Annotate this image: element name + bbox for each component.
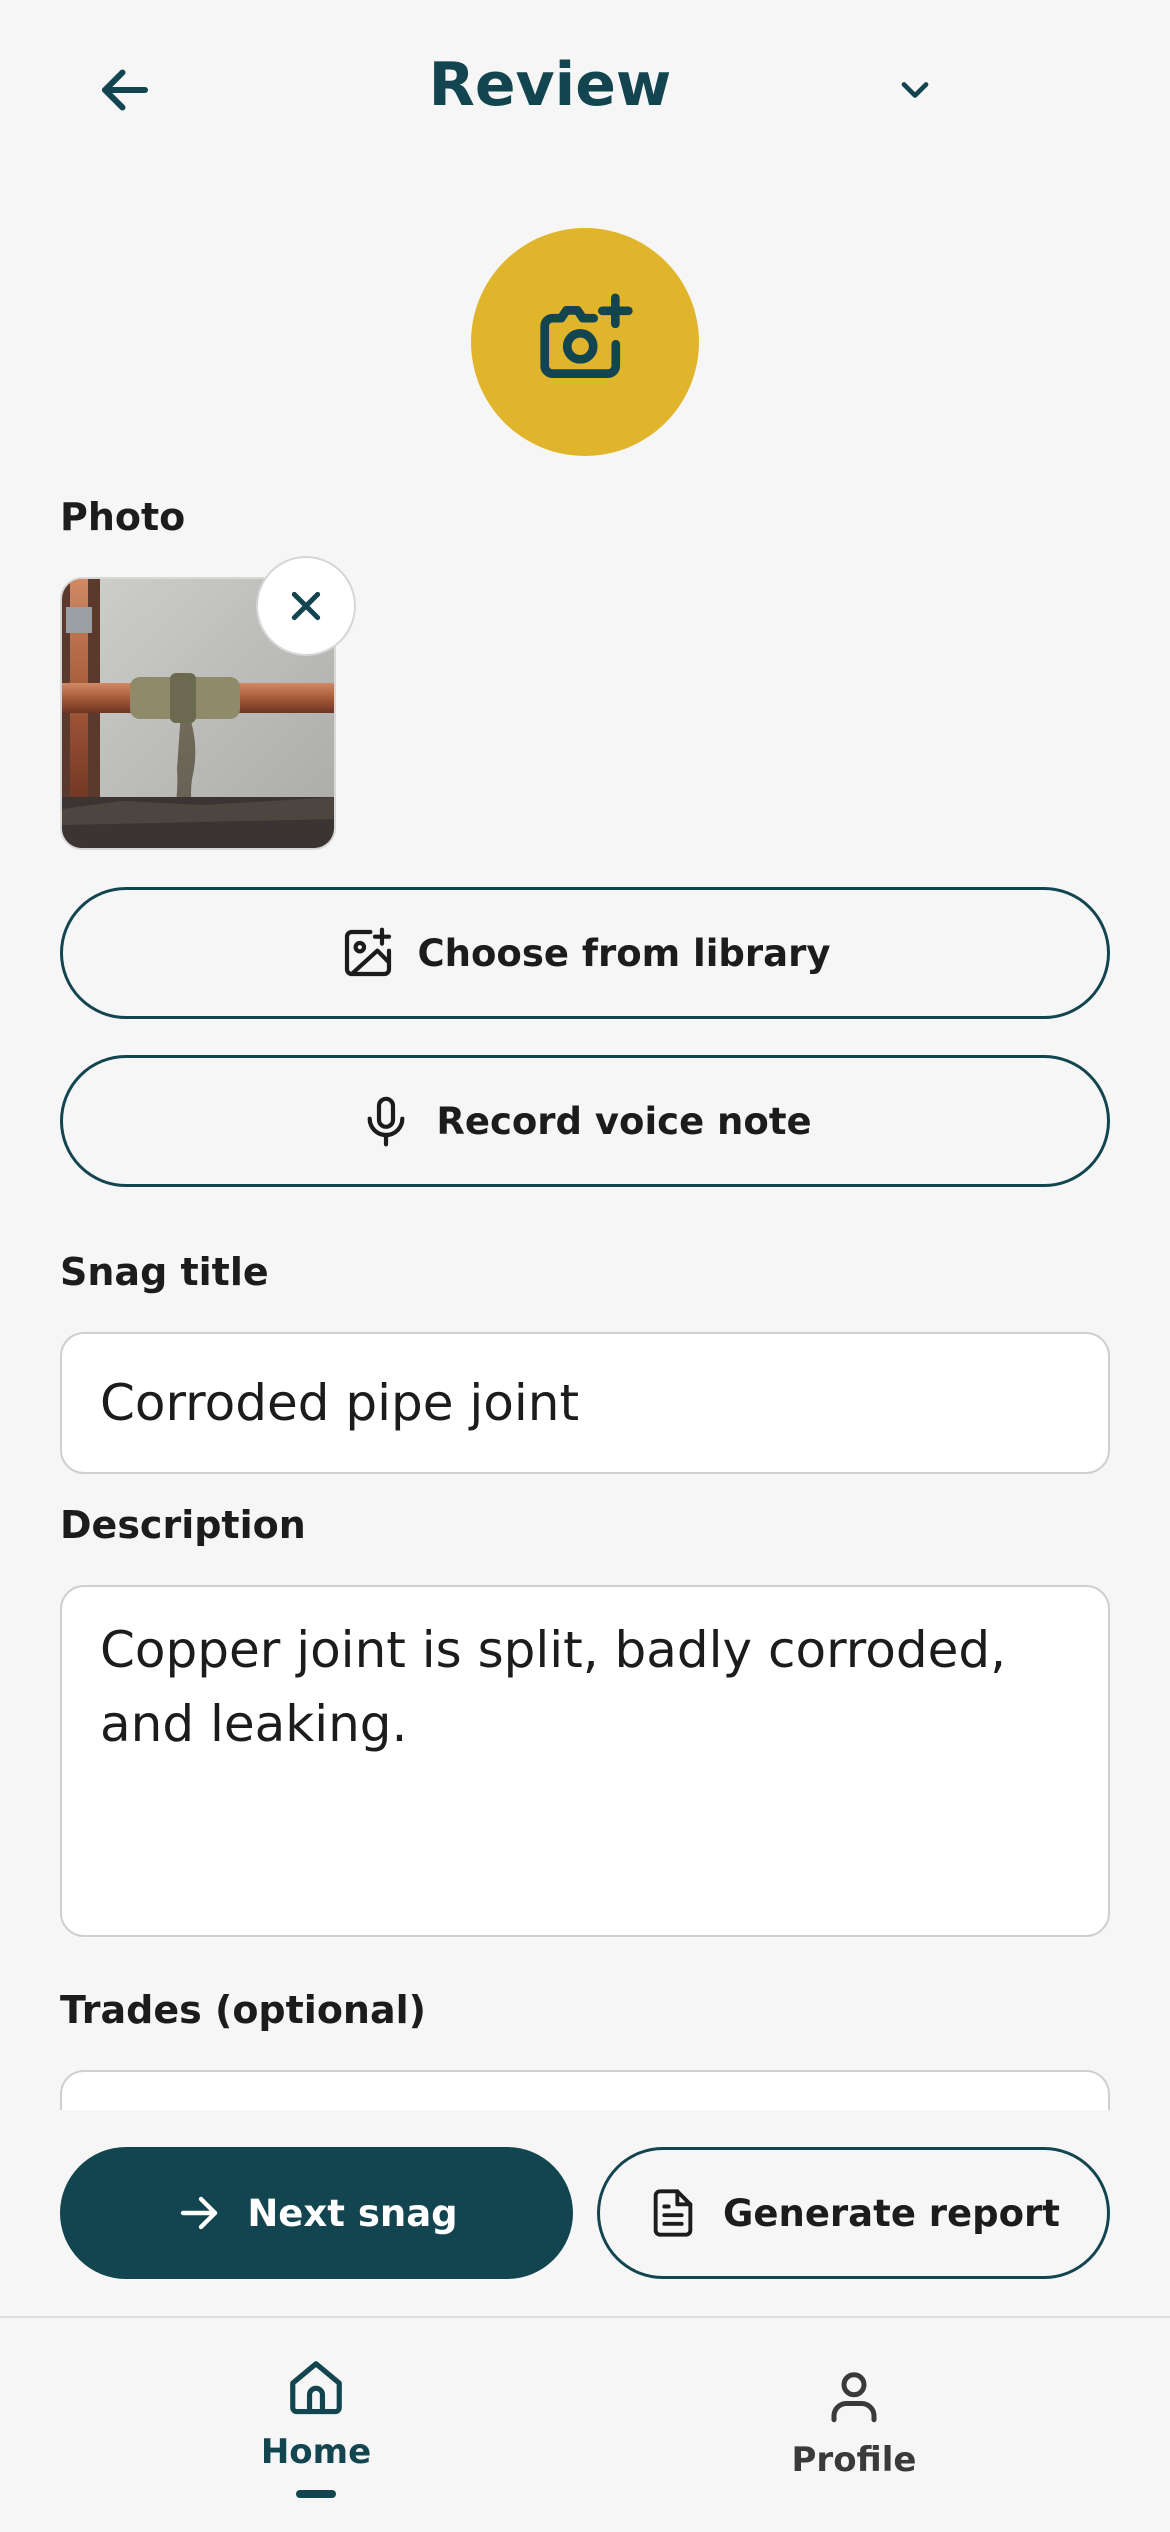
microphone-icon — [367, 1096, 405, 1147]
record-voice-note-button[interactable]: Record voice note — [60, 1055, 1110, 1187]
remove-photo-button[interactable] — [256, 556, 356, 656]
next-snag-label: Next snag — [247, 2191, 458, 2235]
camera-plus-icon — [540, 293, 633, 378]
tab-profile[interactable]: Profile — [704, 2366, 1004, 2480]
home-icon — [290, 2361, 342, 2415]
description-label: Description — [60, 1503, 306, 1547]
arrow-right-icon — [181, 2196, 218, 2230]
dropdown-button[interactable] — [880, 60, 950, 120]
snag-title-input[interactable]: Corroded pipe joint — [60, 1332, 1110, 1474]
snag-title-label: Snag title — [60, 1250, 269, 1294]
header: Review — [0, 0, 1170, 180]
generate-report-label: Generate report — [723, 2191, 1060, 2235]
chevron-down-icon — [901, 82, 929, 98]
document-icon — [653, 2189, 693, 2237]
tab-home[interactable]: Home — [166, 2356, 466, 2498]
tab-home-label: Home — [260, 2432, 372, 2472]
description-textarea[interactable]: Copper joint is split, badly corroded, a… — [60, 1585, 1110, 1937]
bottom-tab-bar: Home Profile — [0, 2316, 1170, 2532]
next-snag-button[interactable]: Next snag — [60, 2147, 573, 2279]
choose-from-library-button[interactable]: Choose from library — [60, 887, 1110, 1019]
record-voice-note-label: Record voice note — [436, 1099, 812, 1143]
tab-active-indicator — [296, 2490, 336, 2498]
close-icon — [291, 591, 321, 621]
trades-label: Trades (optional) — [60, 1988, 427, 2032]
choose-from-library-label: Choose from library — [417, 931, 831, 975]
trades-input[interactable] — [60, 2070, 1110, 2110]
tab-profile-label: Profile — [791, 2440, 917, 2480]
image-plus-icon — [344, 927, 391, 977]
person-icon — [831, 2372, 877, 2423]
photo-label: Photo — [60, 495, 186, 539]
add-photo-camera-button[interactable] — [471, 228, 699, 456]
generate-report-button[interactable]: Generate report — [597, 2147, 1110, 2279]
